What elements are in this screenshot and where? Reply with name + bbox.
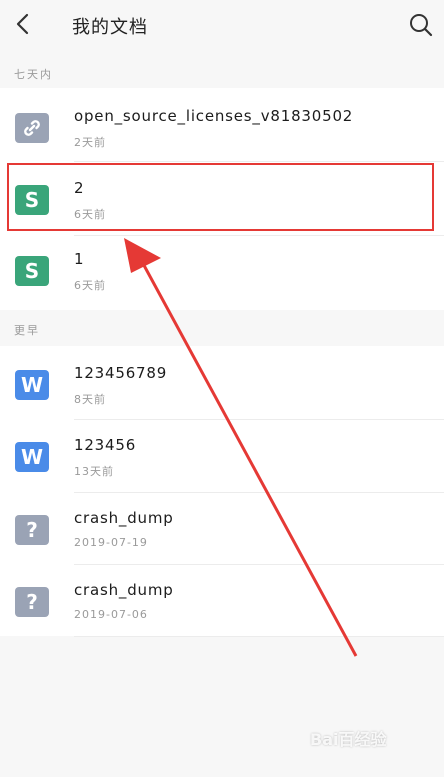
list-item[interactable]: S 2 6天前 <box>0 164 444 236</box>
section-label-recent: 七天内 <box>14 68 53 81</box>
divider <box>74 636 444 637</box>
search-button[interactable] <box>404 8 438 42</box>
file-meta: 2019-07-19 <box>74 536 148 549</box>
unknown-file-icon: ? <box>15 587 49 617</box>
list-item[interactable]: S 1 6天前 <box>0 236 444 308</box>
spreadsheet-file-icon: S <box>15 185 49 215</box>
unknown-file-icon: ? <box>15 515 49 545</box>
word-file-icon: W <box>15 370 49 400</box>
watermark-logo: Bai百经验 <box>310 730 387 749</box>
search-icon <box>410 14 433 37</box>
file-meta: 6天前 <box>74 279 106 292</box>
file-meta: 8天前 <box>74 393 106 406</box>
file-name: 1 <box>74 250 85 268</box>
file-name: crash_dump <box>74 509 174 527</box>
file-name: 123456 <box>74 436 137 454</box>
list-item[interactable]: W 123456 13天前 <box>0 421 444 493</box>
divider <box>74 161 444 162</box>
file-name: 2 <box>74 179 85 197</box>
file-name: 123456789 <box>74 364 168 382</box>
file-meta: 2019-07-06 <box>74 608 148 621</box>
file-name: crash_dump <box>74 581 174 599</box>
divider <box>74 419 444 420</box>
app-header: 我的文档 <box>0 0 444 50</box>
section-label-earlier: 更早 <box>14 324 40 337</box>
file-name: open_source_licenses_v81830502 <box>74 107 354 125</box>
word-file-icon: W <box>15 442 49 472</box>
chevron-left-icon <box>16 13 29 35</box>
list-item[interactable]: W 123456789 8天前 <box>0 348 444 420</box>
file-meta: 2天前 <box>74 136 106 149</box>
link-file-icon <box>15 113 49 143</box>
list-item[interactable]: ? crash_dump 2019-07-19 <box>0 493 444 565</box>
page-title: 我的文档 <box>72 17 148 38</box>
file-meta: 13天前 <box>74 465 114 478</box>
file-meta: 6天前 <box>74 208 106 221</box>
list-item[interactable]: open_source_licenses_v81830502 2天前 <box>0 90 444 162</box>
back-button[interactable] <box>8 8 38 40</box>
list-item[interactable]: ? crash_dump 2019-07-06 <box>0 565 444 637</box>
spreadsheet-file-icon: S <box>15 256 49 286</box>
